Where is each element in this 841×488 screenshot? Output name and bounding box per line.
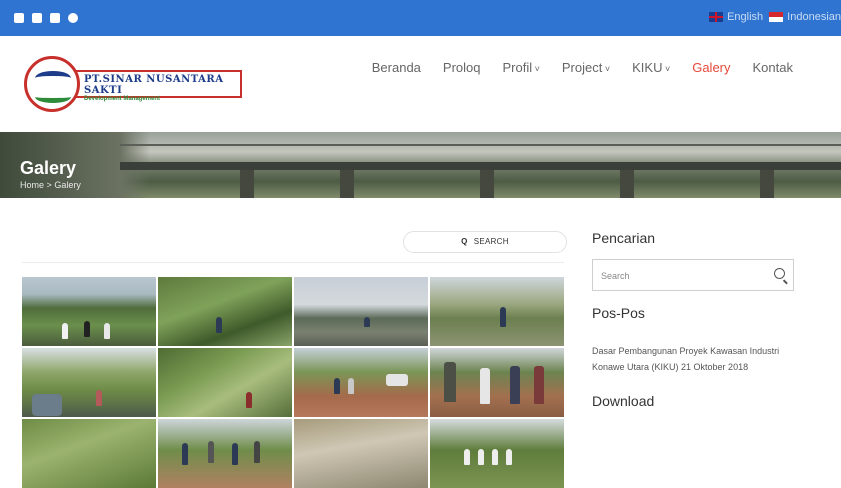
- nav-beranda[interactable]: Beranda: [372, 60, 421, 75]
- search-icon: Q: [461, 237, 468, 246]
- breadcrumb-home[interactable]: Home: [20, 180, 44, 190]
- sidebar: Pencarian Search Pos-Pos Dasar Pembangun…: [592, 230, 802, 409]
- search-placeholder: Search: [601, 271, 630, 281]
- main-nav: Beranda Proloq Profil Project KIKU Galer…: [372, 60, 793, 75]
- download-heading: Download: [592, 393, 655, 409]
- site-logo[interactable]: PT.SINAR NUSANTARA SAKTI Development Man…: [24, 56, 244, 112]
- nav-proloq[interactable]: Proloq: [443, 60, 481, 75]
- site-header: PT.SINAR NUSANTARA SAKTI Development Man…: [0, 36, 841, 132]
- nav-galery[interactable]: Galery: [692, 60, 730, 75]
- social-links: [14, 13, 78, 23]
- gallery-photo[interactable]: [294, 419, 428, 488]
- divider: [22, 262, 564, 263]
- sidebar-search-input[interactable]: Search: [592, 259, 794, 291]
- indonesia-flag-icon: [769, 12, 784, 23]
- gallery-photo[interactable]: [158, 277, 292, 346]
- nav-profil[interactable]: Profil: [502, 60, 539, 75]
- gallery-search-button[interactable]: Q SEARCH: [403, 231, 567, 253]
- gallery-photo[interactable]: [22, 348, 156, 417]
- logo-emblem-icon: [24, 56, 80, 112]
- posts-heading: Pos-Pos: [592, 305, 645, 321]
- logo-text-box: PT.SINAR NUSANTARA SAKTI Development Man…: [74, 70, 242, 102]
- lang-english[interactable]: English: [709, 11, 763, 23]
- gallery-photo[interactable]: [158, 348, 292, 417]
- gallery-photo[interactable]: [294, 348, 428, 417]
- gallery-photo[interactable]: [430, 419, 564, 488]
- page-title: Galery: [20, 158, 77, 178]
- language-switcher: English Indonesian: [709, 11, 841, 23]
- search-heading: Pencarian: [592, 230, 656, 246]
- gallery-grid: [22, 277, 566, 488]
- search-icon[interactable]: [774, 268, 785, 279]
- dribbble-icon[interactable]: [68, 13, 78, 23]
- page-banner: [0, 132, 841, 198]
- breadcrumb-separator: >: [46, 180, 52, 190]
- nav-kiku[interactable]: KIKU: [632, 60, 670, 75]
- uk-flag-icon: [709, 12, 724, 23]
- nav-kontak[interactable]: Kontak: [753, 60, 793, 75]
- gallery-photo[interactable]: [158, 419, 292, 488]
- gallery-photo[interactable]: [430, 348, 564, 417]
- facebook-icon[interactable]: [14, 13, 24, 23]
- gallery-photo[interactable]: [294, 277, 428, 346]
- post-link[interactable]: Dasar Pembangunan Proyek Kawasan Industr…: [592, 343, 802, 375]
- breadcrumb: Home > Galery: [20, 180, 81, 190]
- nav-project[interactable]: Project: [562, 60, 610, 75]
- logo-tagline: Development Management: [84, 96, 161, 102]
- lang-indonesian[interactable]: Indonesian: [769, 11, 841, 23]
- gallery-photo[interactable]: [22, 277, 156, 346]
- gallery-photo[interactable]: [22, 419, 156, 488]
- twitter-icon[interactable]: [50, 13, 60, 23]
- logo-name: PT.SINAR NUSANTARA SAKTI: [84, 74, 224, 96]
- top-bar: English Indonesian: [0, 0, 841, 36]
- breadcrumb-current: Galery: [54, 180, 81, 190]
- instagram-icon[interactable]: [32, 13, 42, 23]
- gallery-photo[interactable]: [430, 277, 564, 346]
